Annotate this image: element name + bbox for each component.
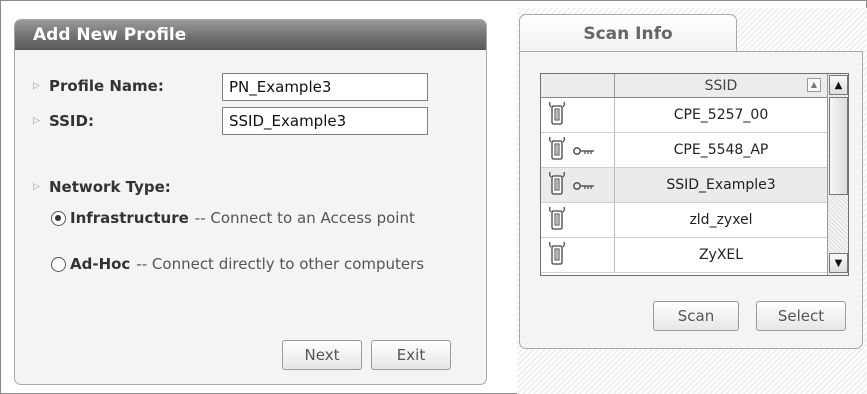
select-button[interactable]: Select (756, 301, 846, 331)
profile-name-label-row: ▷ Profile Name: (33, 77, 164, 95)
scroll-up-arrow-icon[interactable]: ▲ (829, 75, 848, 95)
network-type-label: Network Type: (49, 178, 171, 196)
row-icons (541, 203, 615, 237)
scroll-down-arrow-icon[interactable]: ▼ (829, 253, 848, 273)
infrastructure-radio[interactable] (51, 210, 66, 226)
ssid-input[interactable] (222, 107, 428, 135)
access-point-icon (547, 241, 573, 269)
ssid-column-header[interactable]: SSID ▲ (615, 74, 827, 97)
profile-name-input[interactable] (222, 73, 428, 101)
ssid-column-label: SSID (704, 77, 738, 94)
adhoc-title: Ad-Hoc (70, 255, 131, 273)
bullet-arrow-icon: ▷ (33, 116, 40, 126)
scrollbar-thumb[interactable] (829, 97, 848, 195)
table-row[interactable]: zld_zyxel (541, 203, 827, 238)
bullet-arrow-icon: ▷ (33, 81, 40, 91)
adhoc-description: -- Connect directly to other computers (136, 255, 425, 273)
list-header: SSID ▲ (541, 74, 827, 98)
adhoc-option[interactable]: Ad-Hoc -- Connect directly to other comp… (51, 255, 424, 273)
bullet-arrow-icon: ▷ (33, 182, 40, 192)
infrastructure-title: Infrastructure (70, 209, 189, 227)
adhoc-radio[interactable] (51, 256, 66, 272)
scan-info-panel: SSID ▲ CPE_5257_00 CPE_5548_AP SSID_Exampl… (519, 51, 863, 349)
ssid-label: SSID: (49, 112, 94, 130)
access-point-icon (547, 101, 573, 129)
access-point-icon (547, 136, 573, 164)
icon-column-header[interactable] (541, 74, 615, 97)
infrastructure-option[interactable]: Infrastructure -- Connect to an Access p… (51, 209, 415, 227)
vertical-scrollbar[interactable]: ▲ ▼ (827, 74, 848, 275)
row-ssid: SSID_Example3 (666, 177, 776, 193)
row-icons (541, 168, 615, 202)
infrastructure-description: -- Connect to an Access point (194, 209, 415, 227)
row-icons (541, 98, 615, 132)
next-button[interactable]: Next (282, 340, 362, 370)
scan-button[interactable]: Scan (653, 301, 739, 331)
tab-scan-info[interactable]: Scan Info (519, 14, 737, 52)
table-row[interactable]: ZyXEL (541, 238, 827, 273)
row-ssid: zld_zyxel (689, 212, 753, 228)
row-ssid: CPE_5548_AP (673, 142, 769, 158)
add-profile-title: Add New Profile (15, 20, 486, 50)
exit-button[interactable]: Exit (371, 340, 451, 370)
sort-arrow-icon[interactable]: ▲ (807, 78, 821, 92)
table-row[interactable]: SSID_Example3 (541, 168, 827, 203)
row-ssid: CPE_5257_00 (673, 107, 769, 123)
access-point-icon (547, 206, 573, 234)
key-icon (573, 141, 595, 160)
row-ssid: ZyXEL (698, 247, 744, 263)
row-icons (541, 238, 615, 272)
access-point-icon (547, 171, 573, 199)
table-row[interactable]: CPE_5548_AP (541, 133, 827, 168)
ssid-label-row: ▷ SSID: (33, 112, 94, 130)
table-row[interactable]: CPE_5257_00 (541, 98, 827, 133)
profile-name-label: Profile Name: (49, 77, 164, 95)
network-type-label-row: ▷ Network Type: (33, 178, 171, 196)
ssid-list[interactable]: SSID ▲ CPE_5257_00 CPE_5548_AP SSID_Exampl… (540, 73, 849, 276)
row-icons (541, 133, 615, 167)
key-icon (573, 176, 595, 195)
add-profile-panel: Add New Profile ▷ Profile Name: ▷ SSID: … (14, 19, 487, 385)
